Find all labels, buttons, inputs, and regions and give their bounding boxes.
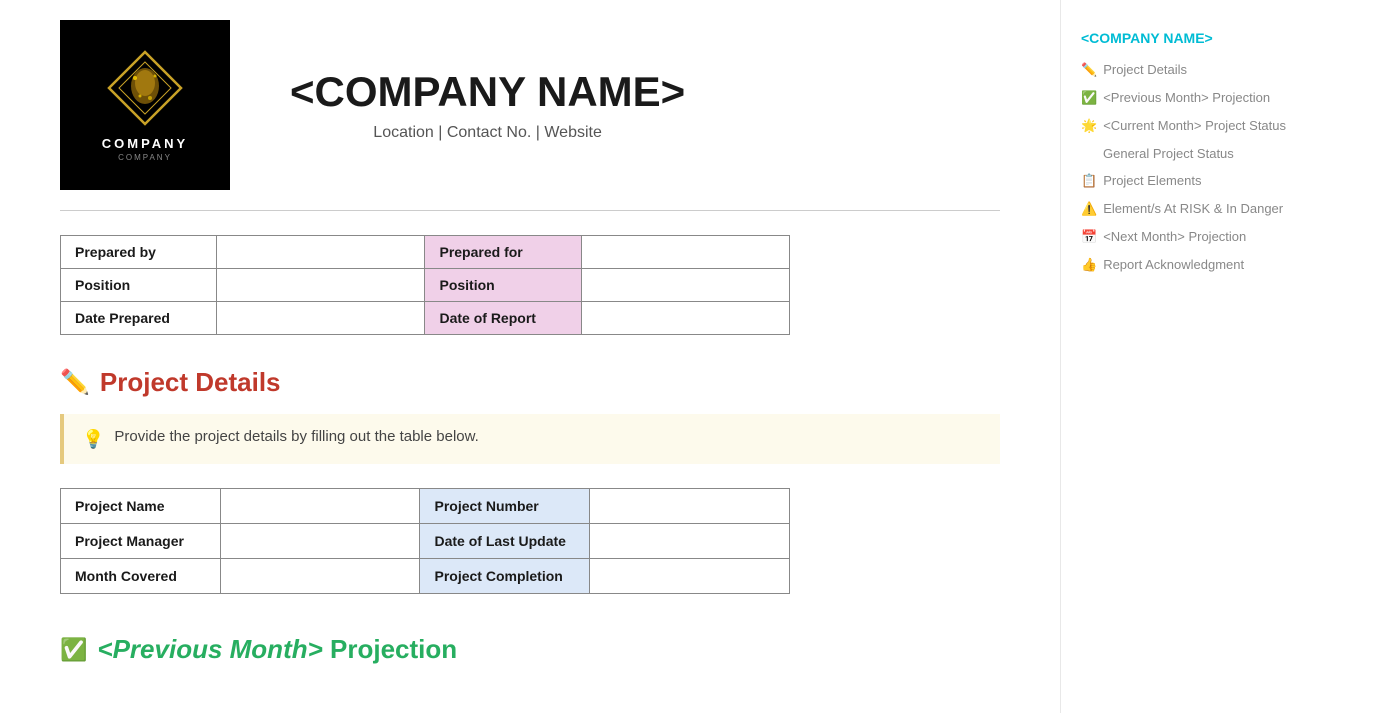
sidebar-previous-month-label: <Previous Month> Projection xyxy=(1103,90,1270,105)
sidebar-item-general-project-status[interactable]: General Project Status xyxy=(1081,144,1320,163)
sidebar-current-month-label: <Current Month> Project Status xyxy=(1103,118,1286,133)
date-of-report-label: Date of Report xyxy=(425,302,581,335)
logo-container: COMPANY COMPANY xyxy=(60,20,230,190)
project-name-label: Project Name xyxy=(61,489,221,524)
sidebar-project-details-label: Project Details xyxy=(1103,62,1187,77)
sidebar-item-project-details[interactable]: ✏️ Project Details xyxy=(1081,60,1320,80)
position-right-value[interactable] xyxy=(581,269,789,302)
project-details-info-box: 💡 Provide the project details by filling… xyxy=(60,414,1000,464)
logo-sub-text: COMPANY xyxy=(118,153,172,162)
prepared-for-value[interactable] xyxy=(581,236,789,269)
bulb-icon: 💡 xyxy=(82,429,104,450)
logo-diamond xyxy=(105,48,185,128)
project-details-table: Project Name Project Number Project Mana… xyxy=(60,488,790,594)
prepared-by-value[interactable] xyxy=(217,236,425,269)
calendar-nav-icon: 📅 xyxy=(1081,229,1097,245)
previous-month-section-title: ✅ <Previous Month> Projection xyxy=(60,634,1000,665)
sidebar-item-current-month[interactable]: 🌟 <Current Month> Project Status xyxy=(1081,116,1320,136)
check-nav-icon: ✅ xyxy=(1081,90,1097,106)
company-name-heading: <COMPANY NAME> xyxy=(290,68,685,116)
table-row: Position Position xyxy=(61,269,790,302)
header-section: COMPANY COMPANY <COMPANY NAME> Location … xyxy=(60,20,1000,190)
date-prepared-value[interactable] xyxy=(217,302,425,335)
sidebar-item-previous-month[interactable]: ✅ <Previous Month> Projection xyxy=(1081,88,1320,108)
logo-company-text: COMPANY xyxy=(102,136,188,151)
header-divider xyxy=(60,210,1000,211)
thumbsup-nav-icon: 👍 xyxy=(1081,257,1097,273)
main-content: COMPANY COMPANY <COMPANY NAME> Location … xyxy=(0,0,1060,713)
sidebar: <COMPANY NAME> ✏️ Project Details ✅ <Pre… xyxy=(1060,0,1340,713)
prepared-info-table: Prepared by Prepared for Position Positi… xyxy=(60,235,790,335)
sidebar-item-project-elements[interactable]: 📋 Project Elements xyxy=(1081,171,1320,191)
project-details-title-text: Project Details xyxy=(100,367,281,398)
company-tagline: Location | Contact No. | Website xyxy=(290,124,685,142)
company-info: <COMPANY NAME> Location | Contact No. | … xyxy=(290,68,685,142)
sidebar-acknowledgment-label: Report Acknowledgment xyxy=(1103,257,1244,272)
project-number-value[interactable] xyxy=(590,489,790,524)
clipboard-nav-icon: 📋 xyxy=(1081,173,1097,189)
month-covered-label: Month Covered xyxy=(61,559,221,594)
sidebar-item-next-month[interactable]: 📅 <Next Month> Projection xyxy=(1081,227,1320,247)
sidebar-nav: ✏️ Project Details ✅ <Previous Month> Pr… xyxy=(1081,60,1320,275)
sidebar-item-risk-danger[interactable]: ⚠️ Element/s At RISK & In Danger xyxy=(1081,199,1320,219)
month-covered-value[interactable] xyxy=(220,559,420,594)
project-name-value[interactable] xyxy=(220,489,420,524)
checkmark-icon: ✅ xyxy=(60,637,87,663)
pencil-nav-icon: ✏️ xyxy=(1081,62,1097,78)
prepared-by-label: Prepared by xyxy=(61,236,217,269)
star-nav-icon: 🌟 xyxy=(1081,118,1097,134)
date-prepared-label: Date Prepared xyxy=(61,302,217,335)
project-details-section-title: ✏️ Project Details xyxy=(60,367,1000,398)
sidebar-general-status-label: General Project Status xyxy=(1103,146,1234,161)
sidebar-next-month-label: <Next Month> Projection xyxy=(1103,229,1246,244)
sidebar-company-name[interactable]: <COMPANY NAME> xyxy=(1081,30,1320,46)
position-left-value[interactable] xyxy=(217,269,425,302)
sidebar-risk-label: Element/s At RISK & In Danger xyxy=(1103,201,1283,216)
table-row: Prepared by Prepared for xyxy=(61,236,790,269)
date-last-update-value[interactable] xyxy=(590,524,790,559)
prepared-for-label: Prepared for xyxy=(425,236,581,269)
position-left-label: Position xyxy=(61,269,217,302)
previous-month-title-text: <Previous Month> Projection xyxy=(97,634,457,665)
project-manager-label: Project Manager xyxy=(61,524,221,559)
date-last-update-label: Date of Last Update xyxy=(420,524,590,559)
project-completion-value[interactable] xyxy=(590,559,790,594)
pencil-icon: ✏️ xyxy=(60,368,90,397)
info-box-text: Provide the project details by filling o… xyxy=(114,428,478,445)
warning-nav-icon: ⚠️ xyxy=(1081,201,1097,217)
sidebar-project-elements-label: Project Elements xyxy=(1103,173,1201,188)
position-right-label: Position xyxy=(425,269,581,302)
date-of-report-value[interactable] xyxy=(581,302,789,335)
table-row: Project Name Project Number xyxy=(61,489,790,524)
project-manager-value[interactable] xyxy=(220,524,420,559)
table-row: Project Manager Date of Last Update xyxy=(61,524,790,559)
project-number-label: Project Number xyxy=(420,489,590,524)
table-row: Month Covered Project Completion xyxy=(61,559,790,594)
project-completion-label: Project Completion xyxy=(420,559,590,594)
sidebar-item-report-acknowledgment[interactable]: 👍 Report Acknowledgment xyxy=(1081,255,1320,275)
table-row: Date Prepared Date of Report xyxy=(61,302,790,335)
